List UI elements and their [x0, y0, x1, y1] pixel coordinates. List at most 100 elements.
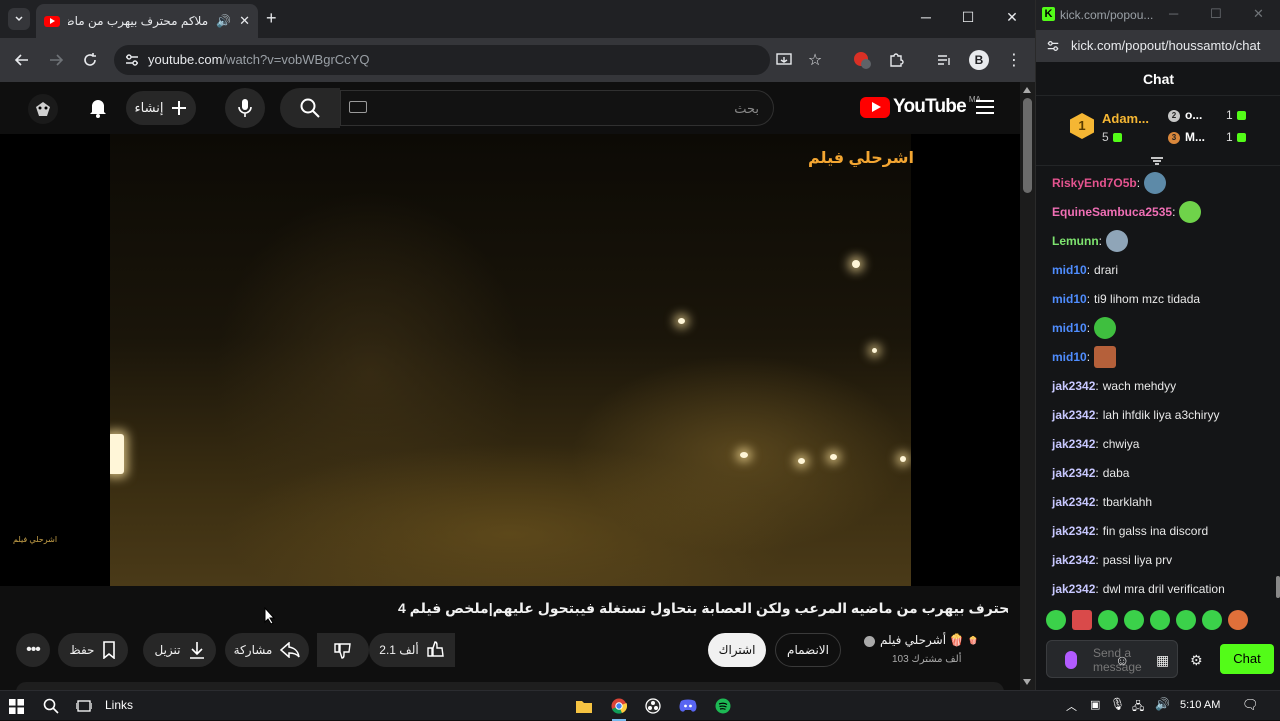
chat-scrollbar[interactable] — [1276, 168, 1280, 598]
search-icon[interactable] — [41, 696, 61, 716]
tray-volume-icon[interactable]: 🔊 — [1155, 697, 1170, 711]
emote-6[interactable] — [1176, 610, 1196, 630]
emote-picker-icon[interactable]: ☺ — [1115, 652, 1129, 668]
tray-meet-now-icon[interactable]: ▣ — [1090, 698, 1100, 711]
dislike-button[interactable] — [317, 633, 369, 667]
tray-chevron-up-icon[interactable]: ︿ — [1066, 698, 1077, 714]
emote-7[interactable] — [1202, 610, 1222, 630]
scroll-down-icon[interactable] — [1023, 679, 1031, 685]
extensions-puzzle-icon[interactable] — [886, 50, 906, 70]
share-button[interactable]: مشاركة — [225, 633, 309, 667]
windows-start-icon[interactable] — [6, 696, 26, 716]
back-icon[interactable] — [12, 50, 32, 70]
chat-username[interactable]: EquineSambuca2535 — [1052, 205, 1172, 219]
site-info-icon[interactable] — [1046, 39, 1060, 53]
chat-username[interactable]: jak2342 — [1052, 437, 1095, 451]
download-button[interactable]: تنزيل — [143, 633, 216, 667]
address-bar[interactable]: youtube.com/watch?v=vobWBgrCcYQ — [114, 45, 770, 75]
chat-username[interactable]: jak2342 — [1052, 379, 1095, 393]
gift-icon[interactable]: ▦ — [1156, 652, 1169, 669]
speaker-icon[interactable]: 🔊 — [216, 14, 231, 28]
menu-hamburger-icon[interactable] — [976, 100, 994, 118]
scroll-up-icon[interactable] — [1023, 87, 1031, 93]
collapse-leaderboard-icon[interactable] — [1150, 156, 1164, 166]
voice-search-button[interactable] — [225, 88, 265, 128]
send-chat-button[interactable]: Chat — [1220, 644, 1274, 674]
youtube-logo[interactable]: YouTube MA — [860, 95, 981, 118]
install-app-icon[interactable] — [774, 50, 794, 70]
chat-username[interactable]: jak2342 — [1052, 582, 1095, 596]
profile-avatar-icon[interactable]: B — [969, 50, 989, 70]
emote-2[interactable] — [1072, 610, 1092, 630]
leader-first-name[interactable]: Adam... — [1102, 111, 1149, 126]
emote-5[interactable] — [1150, 610, 1170, 630]
emote-3[interactable] — [1098, 610, 1118, 630]
task-view-icon[interactable] — [74, 696, 94, 716]
close-window-icon[interactable]: ✕ — [1002, 9, 1022, 26]
chrome-icon[interactable] — [609, 696, 629, 721]
links-toolbar[interactable]: Links — [105, 698, 133, 712]
keyboard-icon[interactable] — [349, 101, 367, 113]
create-button[interactable]: إنشاء — [126, 91, 196, 125]
discord-icon[interactable] — [678, 696, 698, 716]
emote-1[interactable] — [1046, 610, 1066, 630]
forward-icon[interactable] — [46, 50, 66, 70]
settings-gear-icon[interactable]: ⚙ — [1190, 652, 1203, 669]
maximize-icon[interactable]: ☐ — [1210, 6, 1222, 22]
subscribe-button[interactable]: اشتراك — [708, 633, 766, 667]
chat-username[interactable]: mid10 — [1052, 292, 1087, 306]
notification-center-icon[interactable]: 🗨 — [1242, 697, 1259, 713]
emote-8[interactable] — [1228, 610, 1248, 630]
bookmark-star-icon[interactable]: ☆ — [805, 50, 825, 70]
new-tab-icon[interactable]: + — [266, 8, 277, 29]
chat-scrollbar-thumb[interactable] — [1276, 576, 1280, 598]
minimize-icon[interactable]: ─ — [916, 9, 936, 25]
account-avatar[interactable] — [28, 94, 58, 124]
emote-4[interactable] — [1124, 610, 1144, 630]
chat-message: EquineSambuca2535: — [1052, 197, 1277, 226]
reload-icon[interactable] — [80, 50, 100, 70]
join-button[interactable]: الانضمام — [775, 633, 841, 667]
spotify-icon[interactable] — [713, 696, 733, 716]
chat-username[interactable]: jak2342 — [1052, 408, 1095, 422]
chat-username[interactable]: RiskyEnd7O5b — [1052, 176, 1137, 190]
channel-avatar[interactable]: 🍿 — [968, 636, 1004, 660]
chat-username[interactable]: mid10 — [1052, 263, 1087, 277]
site-info-icon[interactable] — [124, 52, 140, 68]
maximize-icon[interactable]: ☐ — [958, 9, 978, 26]
save-button[interactable]: حفظ — [58, 633, 128, 667]
chat-username[interactable]: jak2342 — [1052, 553, 1095, 567]
reading-list-icon[interactable] — [935, 50, 955, 70]
tray-network-icon[interactable]: 🖧 — [1132, 698, 1144, 717]
close-window-icon[interactable]: ✕ — [1253, 6, 1264, 22]
more-vertical-icon[interactable]: ⋮ — [1004, 50, 1024, 70]
chat-username[interactable]: jak2342 — [1052, 524, 1095, 538]
chat-username[interactable]: jak2342 — [1052, 466, 1095, 480]
channel-name[interactable]: أشرحلي فيلم 🍿 — [880, 633, 964, 647]
clock-time[interactable]: 5:10 AM — [1180, 699, 1220, 711]
obs-icon[interactable] — [643, 696, 663, 716]
tray-microphone-icon[interactable]: 🎙 — [1110, 697, 1125, 711]
tab-youtube-video[interactable]: ملاكم محترف بيهرب من ماض 🔊 ✕ — [36, 4, 258, 38]
close-tab-icon[interactable]: ✕ — [239, 13, 250, 29]
kick-address-bar[interactable]: kick.com/popout/houssamto/chat — [1036, 30, 1280, 62]
video-frame[interactable] — [110, 134, 911, 586]
like-button[interactable]: 2.1 ألف — [369, 633, 455, 667]
file-explorer-icon[interactable] — [574, 696, 594, 716]
more-actions-button[interactable]: ••• — [16, 633, 50, 667]
chat-username[interactable]: mid10 — [1052, 321, 1087, 335]
leader-second-name[interactable]: 2 o... — [1168, 108, 1202, 122]
chat-username[interactable]: jak2342 — [1052, 495, 1095, 509]
search-button[interactable] — [280, 88, 340, 128]
extension-red-icon[interactable] — [852, 50, 872, 70]
minimize-icon[interactable]: ─ — [1169, 6, 1178, 21]
scrollbar-thumb[interactable] — [1023, 98, 1032, 193]
search-input[interactable]: بحث — [340, 90, 774, 126]
page-scrollbar[interactable] — [1020, 82, 1035, 690]
notifications-bell-icon[interactable] — [88, 97, 108, 119]
microphone-icon[interactable] — [1065, 651, 1077, 669]
tab-search-button[interactable] — [8, 8, 30, 30]
chat-username[interactable]: Lemunn — [1052, 234, 1099, 248]
leader-third-name[interactable]: 3 M... — [1168, 130, 1205, 144]
chat-username[interactable]: mid10 — [1052, 350, 1087, 364]
